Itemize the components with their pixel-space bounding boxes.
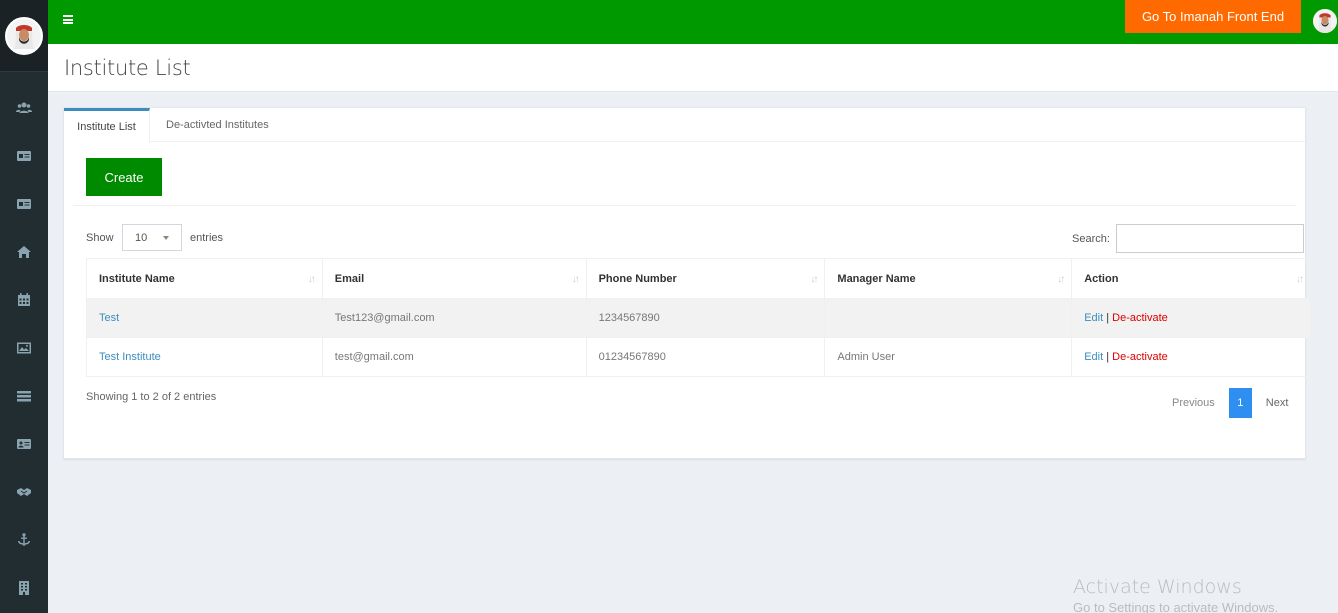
phone-cell: 01234567890	[585, 337, 826, 377]
institute-name-link[interactable]: Test	[99, 312, 119, 324]
anchor-icon	[18, 533, 30, 546]
sort-icon: ↓↑	[810, 274, 818, 285]
search-label: Search:	[1072, 233, 1110, 245]
menu-toggle-icon[interactable]	[63, 15, 73, 24]
sidebar-item-partners[interactable]	[0, 468, 48, 516]
tab-bar: Institute List De-activted Institutes	[64, 108, 1305, 143]
email-cell: Test123@gmail.com	[321, 298, 587, 338]
page-title: Institute List	[64, 56, 191, 80]
sidebar-item-address-card[interactable]	[0, 420, 48, 468]
top-navbar: Go To Imanah Front End	[48, 0, 1338, 44]
pagination: Previous 1 Next	[1172, 388, 1288, 418]
sidebar-profile	[0, 0, 48, 72]
home-icon	[17, 246, 31, 258]
users-icon	[16, 102, 32, 113]
sidebar-item-anchor[interactable]	[0, 516, 48, 564]
sidebar-item-calendar[interactable]	[0, 276, 48, 324]
phone-cell: 1234567890	[585, 298, 826, 338]
create-button[interactable]: Create	[86, 158, 162, 196]
sidebar-item-users[interactable]	[0, 84, 48, 132]
institute-card: Institute List De-activted Institutes Cr…	[63, 107, 1311, 459]
content-header: Institute List	[48, 44, 1338, 92]
action-cell: Edit | De-activate	[1071, 337, 1311, 377]
table-row: Test Test123@gmail.com 1234567890 Edit |…	[86, 298, 1311, 338]
caret-down-icon	[163, 236, 169, 240]
entries-length-select[interactable]: 10	[122, 224, 182, 251]
show-label: Show	[86, 232, 114, 244]
entries-label: entries	[190, 232, 224, 244]
watermark-title: Activate Windows	[1073, 576, 1242, 598]
edit-link[interactable]: Edit	[1084, 351, 1103, 363]
institute-name-link[interactable]: Test Institute	[99, 351, 161, 363]
id-card-alt-icon	[17, 199, 31, 209]
search-input[interactable]	[1116, 224, 1304, 253]
manager-cell: Admin User	[824, 337, 1073, 377]
sidebar-item-id-card-alt[interactable]	[0, 180, 48, 228]
sort-icon: ↓↑	[1057, 274, 1065, 285]
table-info: Showing 1 to 2 of 2 entries	[86, 391, 217, 403]
column-header-phone-number[interactable]: Phone Number ↓↑	[585, 258, 826, 299]
column-header-institute-name[interactable]: Institute Name ↓↑	[86, 258, 323, 299]
manager-cell	[824, 298, 1073, 338]
column-header-email[interactable]: Email ↓↑	[321, 258, 587, 299]
divider	[73, 205, 1296, 206]
action-cell: Edit | De-activate	[1071, 298, 1311, 338]
image-icon	[17, 342, 31, 354]
entries-length-value: 10	[135, 231, 148, 244]
handshake-icon	[17, 488, 31, 496]
activate-windows-watermark: Activate Windows Go to Settings to activ…	[1073, 576, 1278, 613]
address-card-icon	[17, 439, 31, 449]
next-page-button[interactable]: Next	[1266, 397, 1289, 409]
page-1-button[interactable]: 1	[1228, 388, 1252, 418]
watermark-subtitle: Go to Settings to activate Windows.	[1073, 600, 1279, 613]
header-user-avatar[interactable]	[1313, 9, 1337, 33]
sidebar	[0, 0, 48, 613]
tab-institute-list[interactable]: Institute List	[64, 108, 150, 143]
table-header-row: Institute Name ↓↑ Email ↓↑ Phone Number ↓↑ …	[86, 258, 1311, 299]
list-icon	[17, 391, 31, 402]
tab-deactivated-institutes[interactable]: De-activted Institutes	[166, 108, 269, 142]
action-separator: |	[1106, 312, 1110, 324]
email-cell: test@gmail.com	[321, 337, 587, 377]
institutes-table: Institute Name ↓↑ Email ↓↑ Phone Number ↓↑ …	[86, 258, 1311, 377]
deactivate-link[interactable]: De-activate	[1112, 312, 1168, 324]
sidebar-item-id-card[interactable]	[0, 132, 48, 180]
sidebar-item-list[interactable]	[0, 372, 48, 420]
column-header-action[interactable]: Action ↓↑	[1071, 258, 1311, 299]
building-icon	[19, 581, 29, 595]
previous-page-button[interactable]: Previous	[1172, 397, 1215, 409]
sidebar-item-building[interactable]	[0, 564, 48, 612]
column-header-manager-name[interactable]: Manager Name ↓↑	[824, 258, 1073, 299]
deactivate-link[interactable]: De-activate	[1112, 351, 1168, 363]
table-row: Test Institute test@gmail.com 0123456789…	[86, 337, 1311, 377]
action-separator: |	[1106, 351, 1110, 363]
go-to-front-end-button[interactable]: Go To Imanah Front End	[1125, 0, 1301, 33]
edit-link[interactable]: Edit	[1084, 312, 1103, 324]
sort-icon: ↓↑	[1296, 274, 1304, 285]
sidebar-item-gallery[interactable]	[0, 324, 48, 372]
sort-icon: ↓↑	[307, 274, 316, 285]
id-card-icon	[17, 151, 31, 161]
sidebar-item-home[interactable]	[0, 228, 48, 276]
sort-icon: ↓↑	[571, 274, 580, 285]
user-avatar[interactable]	[5, 16, 43, 55]
calendar-icon	[18, 293, 30, 306]
